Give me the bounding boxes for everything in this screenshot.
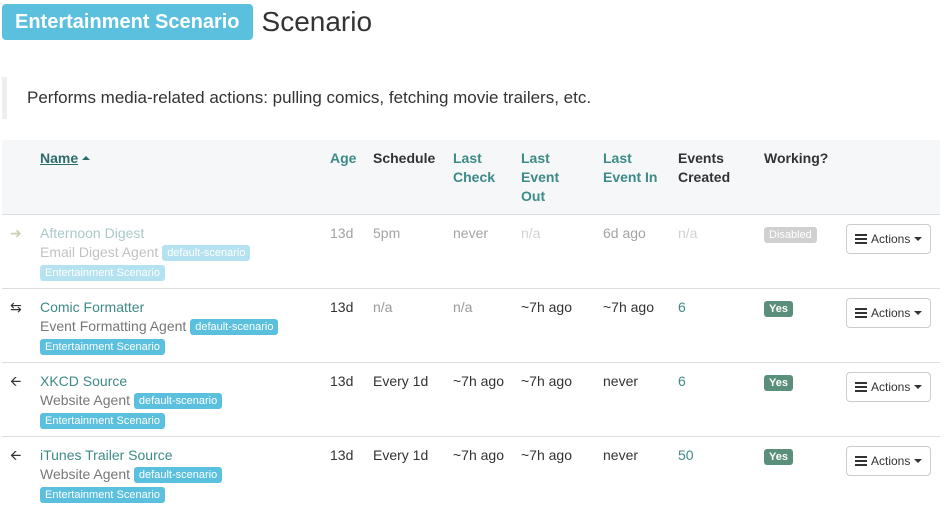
agent-age: 13d	[330, 361, 373, 436]
actions-dropdown-button[interactable]: Actions	[846, 223, 932, 254]
list-icon	[855, 381, 867, 392]
header-last-check[interactable]: Last Check	[453, 140, 521, 214]
scenario-tag[interactable]: default-scenario	[133, 466, 223, 483]
agent-last-event-in: 6d ago	[603, 213, 678, 288]
list-icon	[855, 307, 867, 318]
agent-type: Website Agent	[40, 391, 131, 408]
caret-down-icon	[914, 310, 923, 315]
agent-schedule: Every 1d	[373, 361, 453, 436]
caret-down-icon	[914, 384, 923, 389]
table-row: ➜ Afternoon Digest Email Digest Agent de…	[2, 213, 940, 288]
list-icon	[855, 233, 867, 244]
agent-type: Email Digest Agent	[40, 243, 159, 260]
sort-by-name-link[interactable]: Name	[40, 150, 78, 166]
header-actions-cell	[846, 140, 940, 214]
working-status-badge: Yes	[764, 374, 793, 391]
agent-last-check: never	[453, 213, 521, 288]
table-row: 🡨 XKCD Source Website Agent default-scen…	[2, 361, 940, 436]
scenario-tag[interactable]: default-scenario	[133, 392, 223, 409]
caret-down-icon	[914, 236, 923, 241]
scenario-label[interactable]: Entertainment Scenario	[40, 264, 165, 281]
header-icon-cell	[2, 140, 40, 214]
header-events-created: Events Created	[678, 150, 731, 185]
scenario-tag[interactable]: default-scenario	[162, 244, 251, 261]
header-schedule: Schedule	[373, 150, 436, 166]
sort-ascending-icon	[82, 156, 91, 160]
header-working: Working?	[764, 150, 829, 166]
table-header-row: Name Age Schedule Last Check Last Event Out…	[2, 140, 940, 214]
scenario-name-badge: Entertainment Scenario	[2, 4, 253, 40]
scenario-label[interactable]: Entertainment Scenario	[40, 338, 165, 355]
agent-schedule: Every 1d	[373, 435, 453, 510]
scenario-tag[interactable]: default-scenario	[190, 318, 279, 335]
agent-events-created: n/a	[678, 213, 764, 288]
arrow-right-icon: ➜	[10, 224, 22, 241]
agent-last-event-out: ~7h ago	[521, 287, 603, 362]
page-title: Scenario	[261, 6, 373, 37]
agent-name-link[interactable]: Comic Formatter	[40, 299, 144, 315]
agent-last-event-out: n/a	[521, 213, 603, 288]
actions-dropdown-button[interactable]: Actions	[846, 371, 932, 402]
agent-type: Website Agent	[40, 465, 131, 482]
table-row: 🡨 iTunes Trailer Source Website Agent de…	[2, 435, 940, 510]
agent-last-event-out: ~7h ago	[521, 361, 603, 436]
arrow-left-icon: 🡨	[10, 372, 22, 389]
events-count-link[interactable]: 6	[678, 299, 686, 315]
actions-dropdown-button[interactable]: Actions	[846, 445, 932, 476]
exchange-icon: ⇆	[10, 298, 22, 315]
agent-last-check: ~7h ago	[453, 435, 521, 510]
scenario-label[interactable]: Entertainment Scenario	[40, 412, 165, 429]
agent-name-link[interactable]: iTunes Trailer Source	[40, 447, 173, 463]
events-count-link[interactable]: 6	[678, 373, 686, 389]
agent-last-check: n/a	[453, 287, 521, 362]
header-name[interactable]: Name	[40, 140, 330, 214]
agents-table: Name Age Schedule Last Check Last Event Out…	[2, 140, 940, 510]
working-status-badge: Yes	[764, 448, 793, 465]
agent-name-link[interactable]: XKCD Source	[40, 373, 127, 389]
agent-last-event-in: ~7h ago	[603, 287, 678, 362]
agent-schedule: 5pm	[373, 213, 453, 288]
agent-last-check: ~7h ago	[453, 361, 521, 436]
agent-last-event-out: ~7h ago	[521, 435, 603, 510]
list-icon	[855, 455, 867, 466]
agent-type: Event Formatting Agent	[40, 317, 187, 334]
scenario-label[interactable]: Entertainment Scenario	[40, 486, 165, 503]
working-status-badge: Yes	[764, 300, 793, 317]
agent-schedule: n/a	[373, 287, 453, 362]
agent-age: 13d	[330, 213, 373, 288]
events-count-link[interactable]: 50	[678, 447, 694, 463]
caret-down-icon	[914, 458, 923, 463]
agent-last-event-in: never	[603, 361, 678, 436]
agent-name-link[interactable]: Afternoon Digest	[40, 225, 144, 241]
agent-age: 13d	[330, 287, 373, 362]
agent-age: 13d	[330, 435, 373, 510]
working-status-badge: Disabled	[764, 226, 817, 243]
arrow-left-icon: 🡨	[10, 446, 22, 463]
page-header: Entertainment Scenario Scenario	[2, 4, 372, 40]
scenario-description: Performs media-related actions: pulling …	[2, 77, 938, 119]
header-age[interactable]: Age	[330, 140, 373, 214]
header-last-event-in[interactable]: Last Event In	[603, 140, 678, 214]
agent-last-event-in: never	[603, 435, 678, 510]
actions-dropdown-button[interactable]: Actions	[846, 297, 932, 328]
table-row: ⇆ Comic Formatter Event Formatting Agent…	[2, 287, 940, 362]
header-last-event-out[interactable]: Last Event Out	[521, 140, 603, 214]
